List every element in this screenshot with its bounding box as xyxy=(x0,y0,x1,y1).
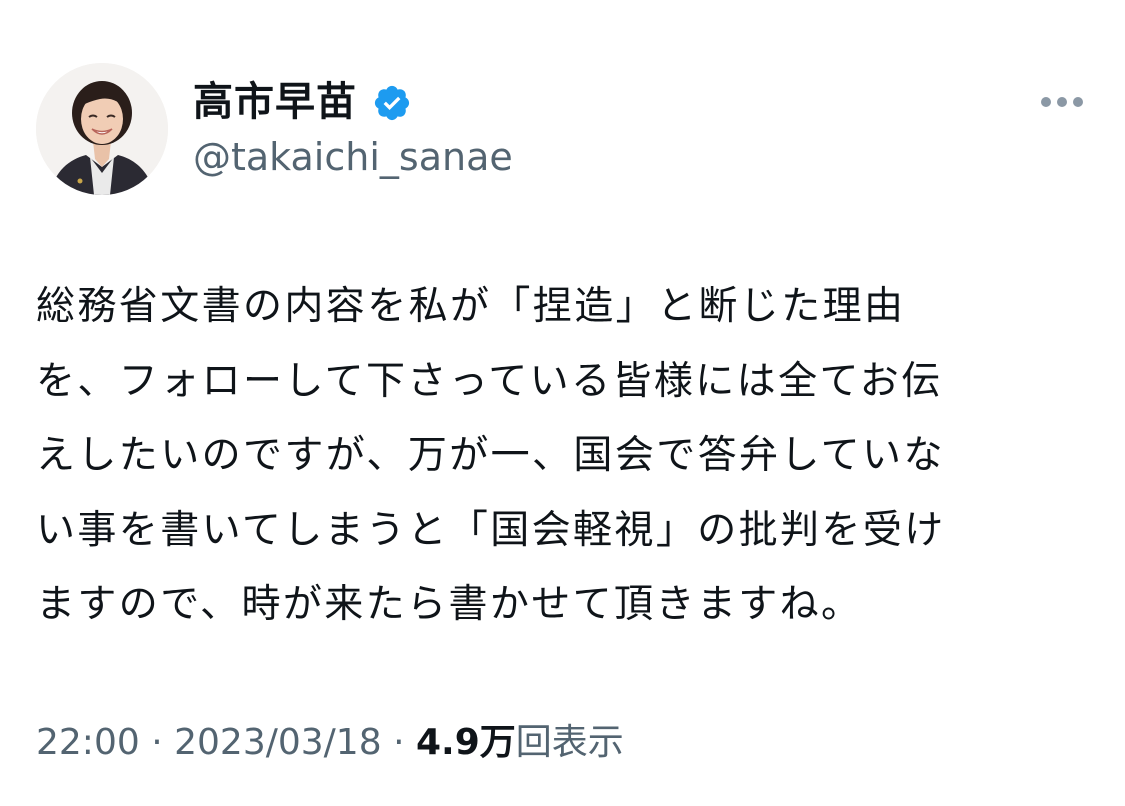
meta-separator: · xyxy=(393,722,405,763)
tweet-text-line: えしたいのですが、万が一、国会で答弁していな xyxy=(36,433,945,478)
more-dot xyxy=(1041,97,1051,107)
tweet-text-line: い事を書いてしまうと「国会軽視」の批判を受け xyxy=(36,507,946,553)
more-dot xyxy=(1057,97,1067,107)
tweet-text-line: を、フォローして下さっている皆様には全てお伝 xyxy=(36,358,943,404)
tweet-date[interactable]: 2023/03/18 xyxy=(174,722,382,763)
tweet-meta: 22:00 · 2023/03/18 · 4.9万回表示 xyxy=(36,718,624,768)
verified-badge-icon xyxy=(374,85,410,121)
tweet-text-line: ますので、時が来たら書かせて頂きますね。 xyxy=(36,582,863,627)
tweet-text-line: 総務省文書の内容を私が「捏造」と断じた理由 xyxy=(36,284,906,329)
tweet-text: 総務省文書の内容を私が「捏造」と断じた理由 を、フォローして下さっている皆様には… xyxy=(36,270,1096,643)
views-count[interactable]: 4.9万 xyxy=(416,722,516,763)
more-options-icon[interactable] xyxy=(1036,86,1088,116)
avatar[interactable] xyxy=(36,63,168,195)
tweet: 高市早苗 @takaichi_sanae 総務省文書の内容を私が「捏造」と断じた… xyxy=(0,0,1125,806)
tweet-time[interactable]: 22:00 xyxy=(36,722,140,763)
display-name[interactable]: 高市早苗 xyxy=(193,74,357,130)
more-dot xyxy=(1073,97,1083,107)
views-label: 回表示 xyxy=(515,722,624,763)
meta-separator: · xyxy=(151,722,163,763)
user-handle[interactable]: @takaichi_sanae xyxy=(193,132,513,182)
